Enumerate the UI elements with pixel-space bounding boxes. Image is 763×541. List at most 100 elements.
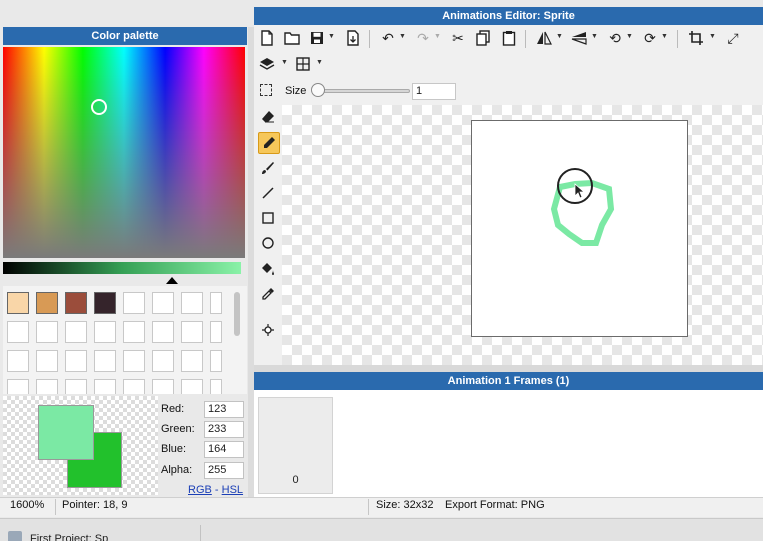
swatch-empty[interactable] (152, 379, 174, 394)
pointer-position: Pointer: 18, 9 (62, 499, 128, 511)
size-slider[interactable] (314, 89, 410, 93)
flip-vertical-dropdown-icon[interactable]: ▼ (591, 33, 598, 40)
color-picker-icon[interactable] (258, 284, 278, 304)
save-icon[interactable] (308, 28, 326, 48)
taskbar-project-item[interactable]: First Project: Sp (30, 533, 108, 541)
green-label: Green: (161, 423, 195, 435)
sprite-canvas[interactable] (471, 120, 688, 337)
selection-tool-icon[interactable] (260, 84, 272, 96)
swatch-empty[interactable] (65, 379, 87, 394)
rectangle-icon[interactable] (258, 208, 278, 228)
primary-color-swatch[interactable] (38, 405, 94, 460)
swatch-empty[interactable] (65, 350, 87, 372)
brightness-slider[interactable] (3, 262, 241, 274)
swatch-empty[interactable] (65, 321, 87, 343)
swatch-empty[interactable] (123, 292, 145, 314)
color-palette-title: Color palette (3, 27, 247, 45)
redo-dropdown-icon[interactable]: ▼ (434, 33, 441, 40)
rotate-ccw-dropdown-icon[interactable]: ▼ (626, 33, 633, 40)
swatch-empty[interactable] (181, 321, 203, 343)
fill-bucket-icon[interactable] (258, 259, 278, 279)
swatch-empty[interactable] (36, 350, 58, 372)
toolbar-separator (677, 30, 678, 48)
rotate-cw-dropdown-icon[interactable]: ▼ (661, 33, 668, 40)
size-slider-handle[interactable] (311, 83, 325, 97)
swatch-empty[interactable] (181, 379, 203, 394)
redo-icon[interactable]: ↷ (414, 28, 432, 48)
brightness-slider-handle[interactable] (166, 277, 178, 284)
green-input[interactable]: 233 (204, 421, 244, 438)
pencil-icon[interactable] (258, 132, 280, 154)
swatch-empty[interactable] (94, 321, 116, 343)
editor-title: Animations Editor: Sprite (254, 7, 763, 25)
flip-horizontal-icon[interactable] (535, 28, 553, 48)
rotate-cw-icon[interactable]: ⟳ (641, 28, 659, 48)
swatch-empty[interactable] (36, 321, 58, 343)
blue-input[interactable]: 164 (204, 441, 244, 458)
copy-icon[interactable] (474, 28, 492, 48)
sprite-drawing (550, 179, 615, 246)
swatch-empty[interactable] (94, 350, 116, 372)
swatch-scrollbar[interactable] (234, 292, 240, 336)
red-input[interactable]: 123 (204, 401, 244, 418)
resize-icon[interactable]: ⤢ (724, 28, 742, 48)
undo-icon[interactable]: ↶ (379, 28, 397, 48)
swatch-empty[interactable] (152, 292, 174, 314)
swatch-empty[interactable] (7, 350, 29, 372)
ellipse-icon[interactable] (258, 233, 278, 253)
frames-splitter[interactable] (254, 365, 763, 372)
swatch-empty[interactable] (181, 292, 203, 314)
swatch-empty[interactable] (152, 350, 174, 372)
line-icon[interactable] (258, 183, 278, 203)
swatch-empty[interactable] (7, 321, 29, 343)
status-separator (368, 499, 369, 515)
swatch-empty[interactable] (36, 379, 58, 394)
crop-dropdown-icon[interactable]: ▼ (709, 33, 716, 40)
alpha-label: Alpha: (161, 464, 193, 476)
frame-thumbnail[interactable]: 0 (258, 397, 333, 494)
size-input[interactable]: 1 (412, 83, 456, 100)
brush-icon[interactable] (258, 158, 278, 178)
color-spectrum[interactable] (3, 47, 245, 258)
swatch-3[interactable] (65, 292, 87, 314)
eraser-icon[interactable] (258, 107, 278, 127)
flip-horizontal-dropdown-icon[interactable]: ▼ (556, 33, 563, 40)
swatch-empty[interactable] (210, 321, 222, 343)
swatch-empty[interactable] (210, 379, 222, 394)
swatch-empty[interactable] (210, 350, 222, 372)
status-separator (55, 499, 56, 515)
crop-icon[interactable] (687, 28, 705, 48)
toolbar-separator (525, 30, 526, 48)
swatch-empty[interactable] (181, 350, 203, 372)
export-icon[interactable] (344, 28, 362, 48)
grid-dropdown-icon[interactable]: ▼ (316, 59, 323, 66)
paste-icon[interactable] (500, 28, 518, 48)
layers-icon[interactable] (258, 54, 276, 74)
hsl-link[interactable]: HSL (222, 484, 243, 496)
rgb-link[interactable]: RGB (188, 484, 212, 496)
swatch-empty[interactable] (123, 350, 145, 372)
swatch-grid (3, 286, 247, 394)
flip-vertical-icon[interactable] (570, 28, 588, 48)
scissors-icon[interactable]: ✂ (449, 28, 467, 48)
swatch-empty[interactable] (123, 321, 145, 343)
move-anchor-icon[interactable] (258, 320, 278, 340)
folder-icon[interactable] (283, 28, 301, 48)
mode-separator: - (214, 484, 219, 496)
swatch-empty[interactable] (210, 292, 222, 314)
color-picker-cursor[interactable] (91, 99, 107, 115)
save-dropdown-icon[interactable]: ▼ (328, 33, 335, 40)
grid-icon[interactable] (294, 54, 312, 74)
swatch-2[interactable] (36, 292, 58, 314)
new-file-icon[interactable] (258, 28, 276, 48)
alpha-input[interactable]: 255 (204, 462, 244, 479)
swatch-empty[interactable] (7, 379, 29, 394)
swatch-1[interactable] (7, 292, 29, 314)
rotate-ccw-icon[interactable]: ⟲ (606, 28, 624, 48)
undo-dropdown-icon[interactable]: ▼ (399, 33, 406, 40)
swatch-4[interactable] (94, 292, 116, 314)
swatch-empty[interactable] (123, 379, 145, 394)
swatch-empty[interactable] (94, 379, 116, 394)
swatch-empty[interactable] (152, 321, 174, 343)
layers-dropdown-icon[interactable]: ▼ (281, 59, 288, 66)
